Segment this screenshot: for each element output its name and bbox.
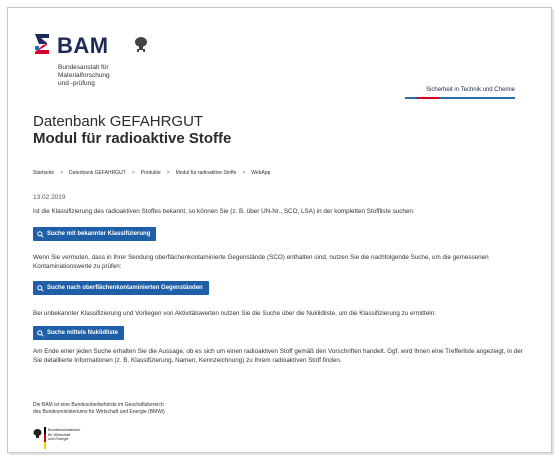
breadcrumb: Startseite > Datenbank GEFAHRGUT > Produ… [33,170,270,176]
bam-subtitle-line: Bundesanstalt für [58,64,109,71]
page-subtitle: Modul für radioaktive Stoffe [33,130,232,147]
footer-text-line: Die BAM ist eine Bundesoberbehörde im Ge… [33,402,164,408]
sco-paragraph: Wenn Sie vermuten, dass in Ihrer Sendung… [33,254,489,270]
result-info-paragraph: Am Ende einer jeden Suche erhalten Sie d… [33,348,523,364]
bmwi-logo[interactable]: Bundesministerium für Wirtschaft und Ene… [33,427,93,451]
ministry-name-line: und Energie [48,437,69,442]
page-title: Datenbank GEFAHRGUT [33,113,204,130]
button-label: Suche mit bekannter Klassifizierung [47,231,151,237]
breadcrumb-separator-icon: > [60,170,64,176]
nuclide-paragraph: Bei unbekannter Klassifizierung und Vorl… [33,310,436,317]
search-known-classification-button[interactable]: Suche mit bekannter Klassifizierung [33,227,157,241]
footer-text: Die BAM ist eine Bundesoberbehörde im Ge… [33,402,283,416]
breadcrumb-separator-icon: > [166,170,170,176]
bam-subtitle: Bundesanstalt für Materialforschung und … [58,64,168,88]
tagline: Sicherheit in Technik und Chemie [426,87,515,93]
footer-text-line: des Bundesministeriums für Wirtschaft un… [33,409,165,415]
bam-logo-text: BAM [57,33,109,58]
search-icon [37,284,44,292]
search-icon [37,329,44,337]
german-flag-bar [44,427,46,449]
breadcrumb-item-current: WebApp [251,170,271,176]
button-label: Suche nach oberflächenkontaminierten Geg… [47,285,203,291]
ministry-name: Bundesministerium für Wirtschaft und Ene… [48,428,93,442]
breadcrumb-item[interactable]: Datenbank GEFAHRGUT [69,170,126,176]
button-label: Suche mittels Nuklidliste [47,330,119,336]
breadcrumb-item[interactable]: Produkte [141,170,161,176]
federal-eagle-icon [33,429,42,438]
search-icon [37,230,44,238]
tagline-underline [405,97,515,99]
intro-paragraph: Ist die Klassifizierung des radioaktiven… [33,208,415,215]
breadcrumb-separator-icon: > [242,170,246,176]
search-nuclide-list-button[interactable]: Suche mittels Nuklidliste [33,326,125,340]
search-surface-contaminated-button[interactable]: Suche nach oberflächenkontaminierten Geg… [33,281,209,295]
bam-subtitle-line: und -prüfung [58,80,95,87]
breadcrumb-item[interactable]: Startseite [33,170,54,176]
bam-logo-icon [35,34,49,54]
breadcrumb-item[interactable]: Modul für radioaktive Stoffe [176,170,237,176]
bam-subtitle-line: Materialforschung [58,72,110,79]
publish-date: 13.02.2019 [33,194,66,201]
breadcrumb-separator-icon: > [131,170,135,176]
header: BAM Bundesanstalt für Materialforschung … [33,22,533,102]
federal-eagle-icon [135,37,147,52]
page-content: BAM Bundesanstalt für Materialforschung … [33,22,533,449]
page-frame: BAM Bundesanstalt für Materialforschung … [7,7,552,453]
